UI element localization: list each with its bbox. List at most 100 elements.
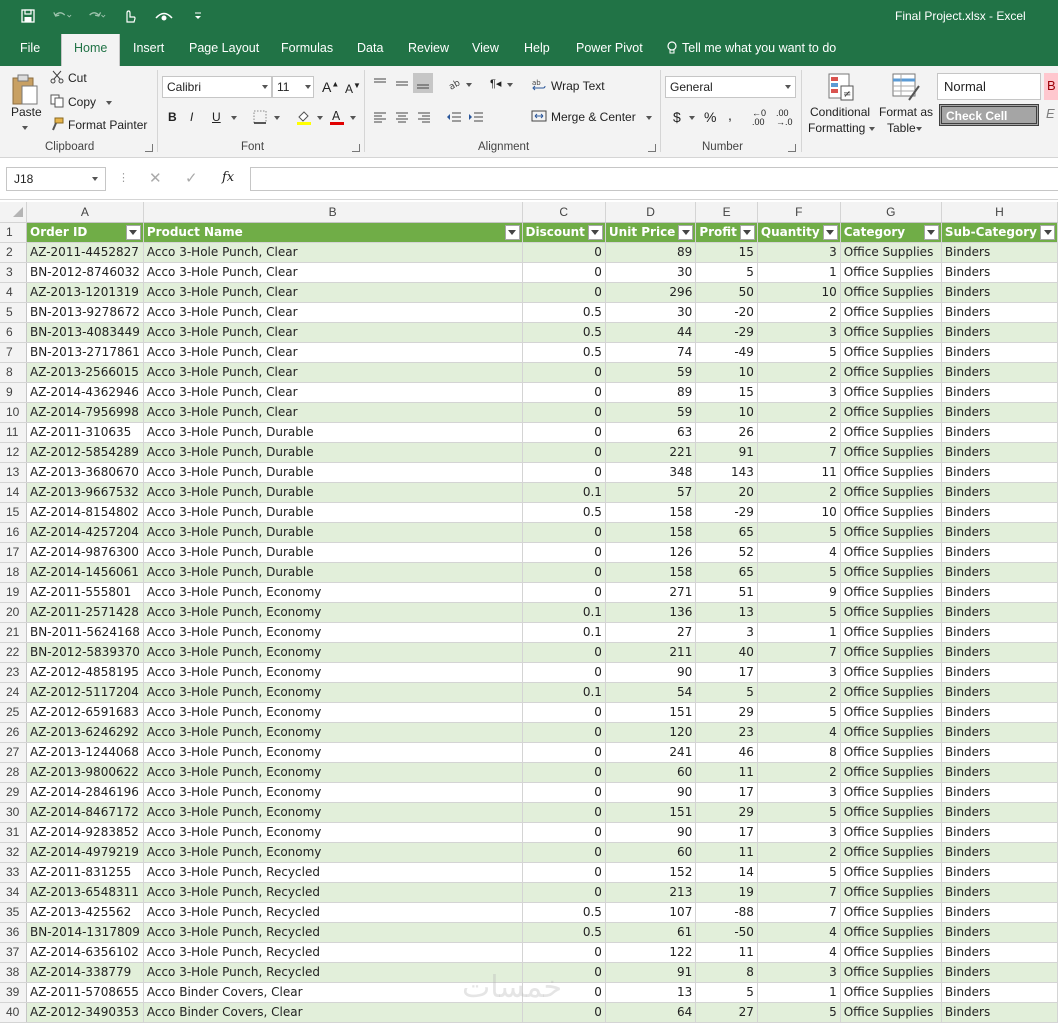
cell[interactable]: -20 — [695, 302, 758, 323]
conditional-formatting-label-2[interactable]: Formatting — [808, 121, 865, 135]
cell[interactable]: AZ-2012-3490353 — [26, 1002, 144, 1023]
cell[interactable]: BN-2011-5624168 — [26, 622, 144, 643]
tab-view[interactable]: View — [472, 41, 499, 55]
number-launcher-icon[interactable] — [788, 144, 796, 152]
cell[interactable]: Acco 3-Hole Punch, Clear — [143, 402, 523, 423]
cell[interactable]: 5 — [757, 862, 841, 883]
read-mode-icon[interactable] — [154, 6, 174, 26]
row-header[interactable]: 30 — [0, 802, 27, 823]
cell[interactable]: 0 — [522, 882, 606, 903]
cell[interactable]: 0.1 — [522, 482, 606, 503]
cell[interactable]: 7 — [757, 902, 841, 923]
cell[interactable]: 10 — [757, 282, 841, 303]
filter-dropdown-icon[interactable] — [923, 224, 939, 240]
copy-icon[interactable] — [49, 93, 65, 109]
paste-button[interactable]: Paste — [11, 105, 42, 119]
row-header[interactable]: 40 — [0, 1002, 27, 1023]
cell[interactable]: 0 — [522, 842, 606, 863]
copy-dropdown-icon[interactable] — [106, 101, 112, 105]
cell[interactable]: 4 — [757, 942, 841, 963]
cell[interactable]: 0 — [522, 942, 606, 963]
cell[interactable]: 241 — [605, 742, 697, 763]
cut-button[interactable]: Cut — [68, 71, 87, 85]
cell[interactable]: 7 — [757, 442, 841, 463]
cell[interactable]: 0 — [522, 362, 606, 383]
cell[interactable]: 29 — [695, 702, 758, 723]
cell[interactable]: -88 — [695, 902, 758, 923]
cell[interactable]: 89 — [605, 382, 697, 403]
cell[interactable]: 0 — [522, 242, 606, 263]
tab-page-layout[interactable]: Page Layout — [189, 41, 259, 55]
cell[interactable]: Binders — [941, 822, 1058, 843]
column-header-c[interactable]: C — [522, 202, 606, 223]
cell[interactable]: 0 — [522, 402, 606, 423]
cell[interactable]: Acco 3-Hole Punch, Economy — [143, 582, 523, 603]
cell[interactable]: AZ-2014-2846196 — [26, 782, 144, 803]
cell[interactable]: Acco 3-Hole Punch, Clear — [143, 382, 523, 403]
cell[interactable]: 152 — [605, 862, 697, 883]
format-as-table-label-1[interactable]: Format as — [879, 105, 933, 119]
row-header[interactable]: 33 — [0, 862, 27, 883]
cell[interactable]: 10 — [695, 402, 758, 423]
filter-dropdown-icon[interactable] — [125, 224, 141, 240]
cell[interactable]: Acco 3-Hole Punch, Economy — [143, 802, 523, 823]
cell[interactable]: -50 — [695, 922, 758, 943]
cell[interactable]: 2 — [757, 682, 841, 703]
row-header[interactable]: 24 — [0, 682, 27, 703]
cell[interactable]: Acco 3-Hole Punch, Durable — [143, 542, 523, 563]
cell[interactable]: AZ-2014-7956998 — [26, 402, 144, 423]
cell[interactable]: 0 — [522, 262, 606, 283]
borders-icon[interactable] — [252, 109, 268, 125]
cell[interactable]: Binders — [941, 782, 1058, 803]
cell[interactable]: AZ-2013-6246292 — [26, 722, 144, 743]
cell[interactable]: 29 — [695, 802, 758, 823]
cell[interactable]: BN-2014-1317809 — [26, 922, 144, 943]
tab-home[interactable]: Home — [61, 34, 121, 66]
cell[interactable]: Office Supplies — [840, 382, 942, 403]
cell[interactable]: 64 — [605, 1002, 697, 1023]
cell[interactable]: Office Supplies — [840, 782, 942, 803]
align-bottom-icon[interactable] — [413, 73, 433, 93]
row-header[interactable]: 8 — [0, 362, 27, 383]
row-header[interactable]: 39 — [0, 982, 27, 1003]
wrap-text-button[interactable]: Wrap Text — [551, 79, 605, 93]
row-header[interactable]: 2 — [0, 242, 27, 263]
cell[interactable]: 8 — [757, 742, 841, 763]
cell[interactable]: Acco 3-Hole Punch, Durable — [143, 562, 523, 583]
cell[interactable]: 9 — [757, 582, 841, 603]
format-painter-button[interactable]: Format Painter — [68, 118, 147, 132]
row-header[interactable]: 35 — [0, 902, 27, 923]
cell[interactable]: AZ-2014-9876300 — [26, 542, 144, 563]
cell[interactable]: 0.5 — [522, 902, 606, 923]
cell[interactable]: Office Supplies — [840, 722, 942, 743]
cell[interactable]: Acco 3-Hole Punch, Economy — [143, 722, 523, 743]
cell[interactable]: AZ-2011-310635 — [26, 422, 144, 443]
font-size-dropdown-icon[interactable] — [305, 85, 311, 89]
cell[interactable]: 44 — [605, 322, 697, 343]
cell[interactable]: 0.5 — [522, 322, 606, 343]
row-header[interactable]: 28 — [0, 762, 27, 783]
cell[interactable]: Office Supplies — [840, 802, 942, 823]
cell[interactable]: Binders — [941, 862, 1058, 883]
formula-input[interactable] — [250, 167, 1058, 191]
header-cell[interactable]: Discount — [522, 222, 606, 243]
cell[interactable]: 126 — [605, 542, 697, 563]
cell[interactable]: 151 — [605, 802, 697, 823]
cell[interactable]: 5 — [757, 522, 841, 543]
cell[interactable]: 27 — [605, 622, 697, 643]
number-format-select[interactable]: General — [665, 76, 796, 98]
align-left-icon[interactable] — [371, 109, 389, 125]
row-header[interactable]: 11 — [0, 422, 27, 443]
confirm-entry-icon[interactable]: ✓ — [185, 169, 198, 187]
cell[interactable]: 52 — [695, 542, 758, 563]
cell[interactable]: 1 — [757, 262, 841, 283]
cell[interactable]: 120 — [605, 722, 697, 743]
header-cell[interactable]: Order ID — [26, 222, 144, 243]
undo-icon[interactable] — [52, 6, 72, 26]
cell[interactable]: AZ-2011-5708655 — [26, 982, 144, 1003]
cell[interactable]: 11 — [695, 762, 758, 783]
cell[interactable]: 0.1 — [522, 602, 606, 623]
cell[interactable]: Office Supplies — [840, 942, 942, 963]
row-header[interactable]: 6 — [0, 322, 27, 343]
merge-center-icon[interactable] — [531, 108, 547, 124]
